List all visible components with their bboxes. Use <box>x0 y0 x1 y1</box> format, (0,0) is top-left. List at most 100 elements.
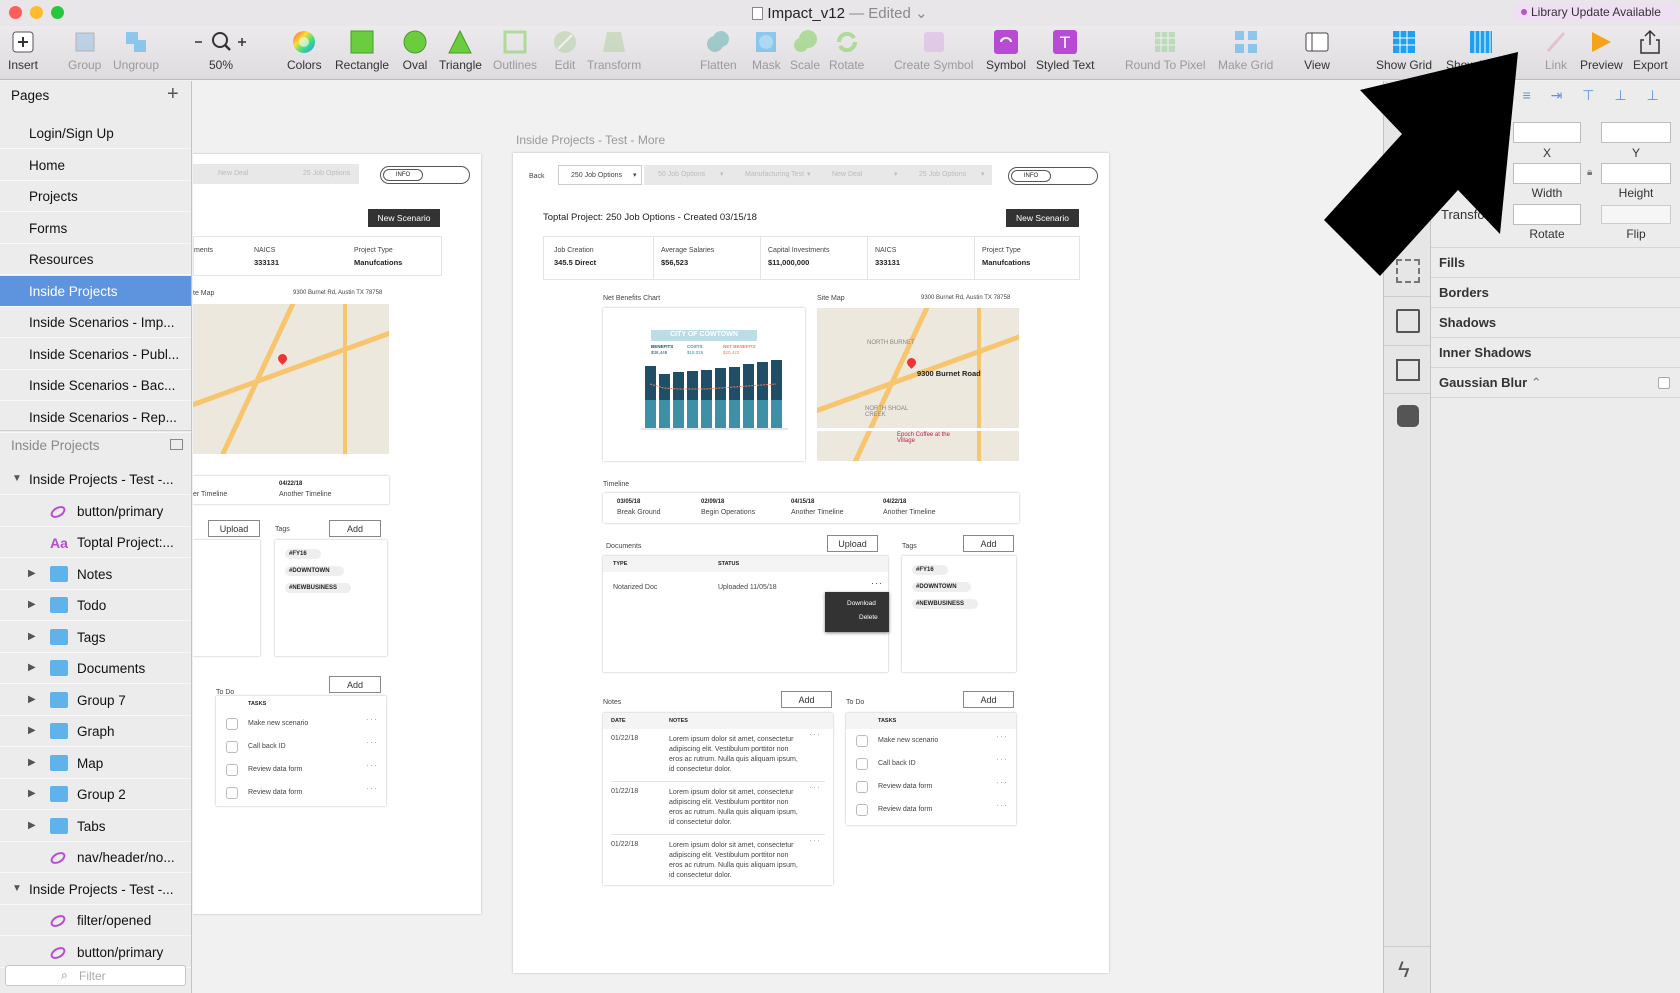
disclosure-closed-icon[interactable]: ▶ <box>28 694 36 705</box>
site-map-image[interactable]: NORTH BURNET NORTH SHOAL CREEK Epoch Cof… <box>817 308 1019 461</box>
task-checkbox[interactable] <box>226 718 238 730</box>
more-icon[interactable]: ··· <box>366 737 378 747</box>
document-title[interactable]: Impact_v12 — Edited ⌄ <box>0 4 1680 22</box>
styled-text-button[interactable]: T Styled Text <box>1036 29 1094 72</box>
add-page-icon[interactable]: + <box>167 83 179 106</box>
rotate-button[interactable]: Rotate <box>829 29 864 72</box>
filter-tab[interactable]: 50 Job Options <box>658 171 705 178</box>
flip-buttons[interactable] <box>1601 205 1671 224</box>
more-icon[interactable]: ··· <box>996 800 1008 810</box>
insert-button[interactable]: Insert <box>8 29 38 72</box>
edit-button[interactable]: Edit <box>552 29 578 72</box>
outlines-button[interactable]: Outlines <box>493 29 537 72</box>
scale-button[interactable]: Scale <box>790 29 820 72</box>
gaussian-blur-checkbox[interactable] <box>1658 377 1670 389</box>
task-checkbox[interactable] <box>856 758 868 770</box>
layer-item[interactable]: ▶ Group 2 <box>0 779 191 810</box>
layer-item[interactable]: Aa Toptal Project:... <box>0 527 191 558</box>
more-icon[interactable]: ··· <box>996 754 1008 764</box>
layer-item[interactable]: ▶ Graph <box>0 716 191 747</box>
colors-button[interactable]: Colors <box>287 29 322 72</box>
disclosure-closed-icon[interactable]: ▶ <box>28 788 36 799</box>
more-icon[interactable]: ··· <box>366 783 378 793</box>
filter-tab[interactable]: 25 Job Options <box>919 171 966 178</box>
create-symbol-button[interactable]: Create Symbol <box>894 29 973 72</box>
page-item[interactable]: Home <box>0 150 191 181</box>
rotate-field[interactable] <box>1513 204 1581 225</box>
layer-item[interactable]: ▶ Documents <box>0 653 191 684</box>
oval-button[interactable]: Oval <box>402 29 428 72</box>
filter-input[interactable]: ⌕ Filter <box>5 965 186 986</box>
page-item[interactable]: Login/Sign Up <box>0 118 191 149</box>
delete-menu-item[interactable]: Delete <box>859 614 878 621</box>
more-icon[interactable]: ··· <box>809 782 821 792</box>
zoom-control[interactable]: 50% <box>193 29 249 72</box>
disclosure-closed-icon[interactable]: ▶ <box>28 757 36 768</box>
page-item[interactable]: Inside Scenarios - Rep... <box>0 402 191 433</box>
upload-button[interactable]: Upload <box>208 520 260 537</box>
y-field[interactable] <box>1601 122 1671 143</box>
round-to-pixel-button[interactable]: Round To Pixel <box>1125 29 1206 72</box>
more-icon[interactable]: ··· <box>996 731 1008 741</box>
task-checkbox[interactable] <box>856 781 868 793</box>
more-icon[interactable]: ··· <box>366 760 378 770</box>
layer-item[interactable]: ▼ Inside Projects - Test -... <box>0 874 191 905</box>
add-tag-button[interactable]: Add <box>963 535 1014 552</box>
layer-item[interactable]: ▶ Map <box>0 748 191 779</box>
more-icon[interactable]: ··· <box>809 729 821 739</box>
add-todo-button[interactable]: Add <box>329 676 381 693</box>
shadows-section[interactable]: Shadows <box>1439 315 1496 330</box>
add-todo-button[interactable]: Add <box>963 691 1014 708</box>
disclosure-closed-icon[interactable]: ▶ <box>28 631 36 642</box>
lock-icon[interactable]: 🔒︎ <box>1587 167 1592 178</box>
artboard-main[interactable]: Back 250 Job Options ▾ 50 Job Options ▾ Ma… <box>513 153 1109 973</box>
group-button[interactable]: Group <box>68 29 101 72</box>
net-benefits-chart[interactable]: CITY OF COWTOWN BENEFITS $38,449 COSTS $18,… <box>603 308 805 461</box>
add-note-button[interactable]: Add <box>781 691 832 708</box>
task-checkbox[interactable] <box>856 735 868 747</box>
layer-item[interactable]: nav/header/no... <box>0 842 191 873</box>
inner-shadows-section[interactable]: Inner Shadows <box>1439 345 1531 360</box>
flatten-button[interactable]: Flatten <box>700 29 737 72</box>
layer-item[interactable]: button/primary <box>0 496 191 527</box>
artboard-label[interactable]: Inside Projects - Test - More <box>516 133 665 147</box>
layer-item[interactable]: ▶ Notes <box>0 559 191 590</box>
task-checkbox[interactable] <box>856 804 868 816</box>
more-icon[interactable]: ··· <box>809 835 821 845</box>
disclosure-closed-icon[interactable]: ▶ <box>28 599 36 610</box>
x-field[interactable] <box>1513 122 1581 143</box>
disclosure-open-icon[interactable]: ▼ <box>12 473 22 484</box>
download-menu-item[interactable]: Download <box>847 600 876 607</box>
page-item[interactable]: Inside Projects <box>0 275 191 307</box>
disclosure-closed-icon[interactable]: ▶ <box>28 820 36 831</box>
transform-button[interactable]: Transform <box>587 29 641 72</box>
rectangle-button[interactable]: Rectangle <box>335 29 389 72</box>
task-checkbox[interactable] <box>226 787 238 799</box>
triangle-button[interactable]: Triangle <box>439 29 482 72</box>
tag-chip[interactable]: #NEWBUSINESS <box>912 599 979 609</box>
edit-shape-icon[interactable] <box>1396 309 1420 333</box>
layer-item[interactable]: ▶ Tags <box>0 622 191 653</box>
add-tag-button[interactable]: Add <box>329 520 381 537</box>
library-update-badge[interactable]: Library Update Available <box>1513 3 1677 21</box>
tag-chip[interactable]: #DOWNTOWN <box>912 582 971 592</box>
tag-chip[interactable]: #FY16 <box>912 565 948 575</box>
filter-tab[interactable]: New Deal <box>832 171 862 178</box>
height-field[interactable] <box>1601 163 1671 184</box>
map-image[interactable] <box>193 304 389 454</box>
artboard-left[interactable]: New Deal 25 Job Options INFO New Scenari… <box>193 154 481 914</box>
job-options-select[interactable]: 250 Job Options ▾ <box>558 165 642 185</box>
plugin-icon[interactable] <box>1397 405 1419 427</box>
width-field[interactable] <box>1513 163 1581 184</box>
upload-button[interactable]: Upload <box>827 535 878 552</box>
more-icon[interactable]: ··· <box>996 777 1008 787</box>
preview-button[interactable]: Preview <box>1580 29 1623 72</box>
tag-chip[interactable]: #DOWNTOWN <box>285 566 344 576</box>
task-checkbox[interactable] <box>226 741 238 753</box>
new-scenario-button[interactable]: New Scenario <box>368 209 440 227</box>
symbol-button[interactable]: Symbol <box>986 29 1026 72</box>
layer-item[interactable]: ▼ Inside Projects - Test -... <box>0 464 191 495</box>
layer-item[interactable]: ▶ Group 7 <box>0 685 191 716</box>
disclosure-closed-icon[interactable]: ▶ <box>28 725 36 736</box>
layer-item[interactable]: ▶ Todo <box>0 590 191 621</box>
